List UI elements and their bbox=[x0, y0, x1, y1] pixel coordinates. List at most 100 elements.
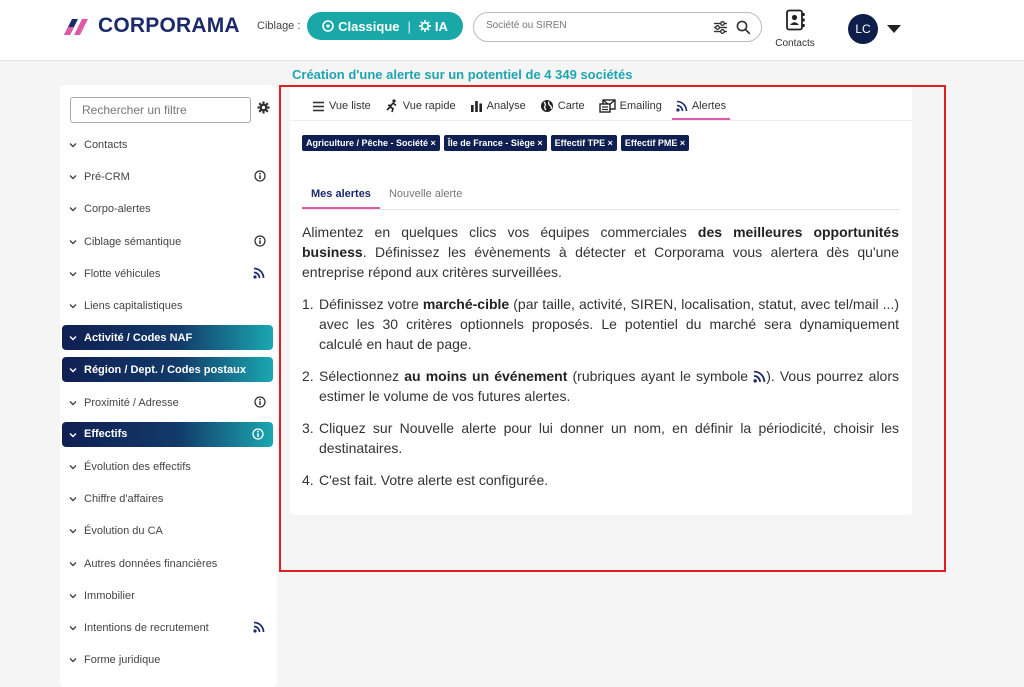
brand-name: CORPORAMA bbox=[98, 14, 240, 37]
chevron-down-icon bbox=[69, 271, 77, 277]
user-avatar[interactable]: LC bbox=[848, 14, 878, 44]
crosshair-icon bbox=[322, 20, 334, 32]
tab-carte-label: Carte bbox=[557, 100, 585, 112]
ciblage-label: Ciblage : bbox=[257, 20, 301, 32]
sidebar-item-evolution-du-ca[interactable]: Évolution du CA bbox=[60, 518, 277, 544]
chevron-down-icon bbox=[69, 593, 77, 599]
contacts-button[interactable]: Contacts bbox=[769, 9, 821, 49]
step-4: 4. C'est fait. Votre alerte est configuré… bbox=[302, 470, 899, 490]
rss-icon bbox=[253, 621, 265, 633]
tab-alertes[interactable]: Alertes bbox=[671, 95, 731, 120]
mode-ia-label: IA bbox=[434, 18, 448, 34]
sidebar-item-corpo-alertes[interactable]: Corpo-alertes bbox=[60, 196, 277, 222]
company-search[interactable] bbox=[473, 12, 762, 42]
chevron-down-icon bbox=[69, 626, 77, 631]
step-1: 1. Définissez votre marché-cible (par tai… bbox=[302, 294, 899, 354]
sidebar-item-label: Pré-CRM bbox=[84, 171, 130, 184]
sidebar-item-activite-codes-naf[interactable]: Activité / Codes NAF bbox=[62, 325, 273, 351]
sidebar-item-effectifs[interactable]: Effectifs bbox=[62, 421, 273, 447]
sub-tabs-divider bbox=[302, 209, 900, 210]
rss-icon bbox=[753, 370, 766, 383]
ciblage-mode-switch[interactable]: Classique | IA bbox=[307, 12, 463, 40]
filter-sliders-icon[interactable] bbox=[713, 20, 728, 35]
tab-analyse[interactable]: Analyse bbox=[466, 95, 530, 117]
info-icon[interactable] bbox=[254, 234, 266, 247]
sidebar-item-ciblage-semantique[interactable]: Ciblage sémantique bbox=[60, 229, 277, 255]
potential-banner: Création d'une alerte sur un potentiel d… bbox=[292, 67, 633, 82]
filter-chip-effectif-tpe[interactable]: Effectif TPE × bbox=[550, 135, 617, 151]
chevron-down-icon bbox=[69, 497, 77, 502]
info-icon[interactable] bbox=[254, 395, 266, 408]
sidebar-item-label: Évolution du CA bbox=[84, 525, 163, 538]
tab-vue-liste[interactable]: Vue liste bbox=[308, 95, 375, 117]
mode-classique[interactable]: Classique bbox=[322, 18, 400, 34]
step-1-text-a: Définissez votre bbox=[319, 296, 423, 312]
sidebar-item-chiffre-d-affaires[interactable]: Chiffre d'affaires bbox=[60, 486, 277, 512]
gear-ai-icon bbox=[418, 20, 431, 32]
tab-alertes-label: Alertes bbox=[691, 100, 727, 112]
tab-carte[interactable]: Carte bbox=[536, 95, 589, 117]
filter-chip-effectif-pme[interactable]: Effectif PME × bbox=[620, 135, 690, 151]
sidebar-item-flotte-vehicules[interactable]: Flotte véhicules bbox=[60, 261, 277, 287]
sidebar-item-liens-capitalistiques[interactable]: Liens capitalistiques bbox=[60, 293, 277, 319]
step-2-bold: au moins un événement bbox=[404, 368, 568, 384]
sidebar-item-immobilier[interactable]: Immobilier bbox=[60, 583, 277, 609]
step-4-text: C'est fait. Votre alerte est configurée. bbox=[319, 472, 549, 488]
sidebar-item-pre-crm[interactable]: Pré-CRM bbox=[60, 164, 277, 190]
intro-text-1: Alimentez en quelques clics vos équipes … bbox=[302, 224, 698, 240]
list-icon bbox=[313, 101, 324, 111]
rss-icon bbox=[253, 267, 265, 279]
sidebar-item-autres-donnees-financieres[interactable]: Autres données financières bbox=[60, 551, 277, 577]
step-3-number: 3. bbox=[302, 420, 314, 436]
sidebar-item-label: Ciblage sémantique bbox=[84, 235, 182, 248]
tab-vue-liste-label: Vue liste bbox=[329, 100, 371, 112]
user-menu-caret-icon[interactable] bbox=[887, 25, 901, 33]
sidebar-item-intentions-de-recrutement[interactable]: Intentions de recrutement bbox=[60, 615, 277, 641]
step-3: 3. Cliquez sur Nouvelle alerte pour lui d… bbox=[302, 418, 899, 458]
chevron-down-icon bbox=[69, 561, 77, 567]
sidebar-item-label: Activité / Codes NAF bbox=[84, 331, 193, 344]
search-icon[interactable] bbox=[736, 20, 751, 35]
chevron-down-icon bbox=[69, 368, 77, 373]
sidebar-item-evolution-des-effectifs[interactable]: Évolution des effectifs bbox=[60, 454, 277, 480]
sidebar-item-proximite-adresse[interactable]: Proximité / Adresse bbox=[60, 390, 277, 416]
sidebar-item-contacts[interactable]: Contacts bbox=[60, 132, 277, 158]
sidebar-item-forme-juridique[interactable]: Forme juridique bbox=[60, 647, 277, 673]
tab-vue-rapide-label: Vue rapide bbox=[402, 100, 456, 112]
filter-chip-region[interactable]: Île de France - Siège × bbox=[443, 135, 547, 151]
tab-vue-rapide[interactable]: Vue rapide bbox=[381, 95, 460, 117]
tab-analyse-label: Analyse bbox=[486, 100, 526, 112]
sidebar-item-label: Corpo-alertes bbox=[84, 203, 151, 216]
intro-text-2: . Définissez les évènements à détecter e… bbox=[302, 244, 899, 280]
mode-classique-label: Classique bbox=[338, 18, 400, 34]
info-icon[interactable] bbox=[252, 428, 264, 440]
filter-chip-activite[interactable]: Agriculture / Pêche - Société × bbox=[302, 135, 440, 151]
tab-mes-alertes[interactable]: Mes alertes bbox=[302, 183, 380, 209]
top-header: CORPORAMA Ciblage : Classique | IA Socié… bbox=[0, 0, 1024, 61]
gear-icon[interactable] bbox=[257, 101, 270, 114]
contacts-book-icon bbox=[786, 9, 805, 31]
sidebar-item-label: Autres données financières bbox=[84, 557, 218, 570]
logo-mark-icon bbox=[64, 19, 88, 35]
chevron-down-icon bbox=[69, 207, 77, 212]
running-person-icon bbox=[386, 99, 397, 113]
sidebar-item-label: Chiffre d'affaires bbox=[84, 493, 164, 506]
sidebar-item-label: Contacts bbox=[84, 139, 128, 151]
sidebar-item-region-dept-codes-postaux[interactable]: Région / Dept. / Codes postaux bbox=[62, 357, 273, 383]
mode-ia[interactable]: IA bbox=[418, 18, 448, 34]
tab-emailing[interactable]: Emailing bbox=[595, 95, 666, 117]
mode-separator: | bbox=[407, 18, 411, 34]
info-icon[interactable] bbox=[254, 170, 266, 182]
step-3-text: Cliquez sur Nouvelle alerte pour lui don… bbox=[319, 420, 899, 456]
globe-icon bbox=[540, 100, 553, 112]
filter-search-input[interactable] bbox=[70, 97, 251, 123]
mail-icon bbox=[598, 99, 616, 113]
steps-list: 1. Définissez votre marché-cible (par tai… bbox=[302, 294, 899, 490]
company-search-input[interactable] bbox=[486, 20, 706, 31]
step-4-number: 4. bbox=[302, 472, 314, 488]
step-1-number: 1. bbox=[302, 296, 314, 312]
corporama-logo[interactable]: CORPORAMA bbox=[62, 14, 240, 38]
tab-nouvelle-alerte[interactable]: Nouvelle alerte bbox=[380, 183, 471, 209]
step-2-number: 2. bbox=[302, 368, 314, 384]
step-2: 2. Sélectionnez au moins un événement (ru… bbox=[302, 366, 899, 406]
